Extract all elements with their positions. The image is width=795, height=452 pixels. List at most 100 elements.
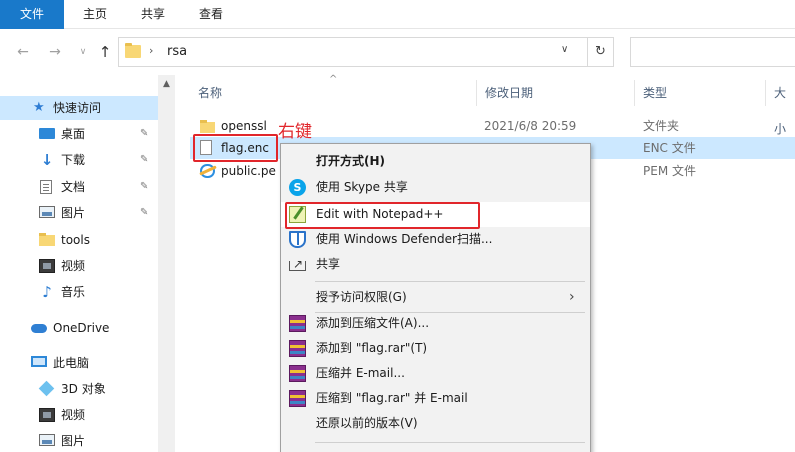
desktop-icon bbox=[39, 128, 55, 139]
star-icon: ★ bbox=[33, 100, 45, 115]
nav-item-label: 此电脑 bbox=[53, 356, 90, 370]
nav-item-pc-pictures[interactable]: 图片 bbox=[0, 429, 158, 452]
column-header-type[interactable]: 类型 bbox=[643, 75, 667, 111]
menu-item-label: 共享 bbox=[316, 257, 341, 271]
menu-item-label: 打开方式(H) bbox=[316, 154, 386, 168]
menu-item-label: 添加到压缩文件(A)... bbox=[316, 316, 430, 330]
picture-icon bbox=[39, 206, 55, 218]
menu-item-restore-previous-versions[interactable]: 还原以前的版本(V) bbox=[281, 411, 590, 436]
nav-item-label: 图片 bbox=[61, 434, 86, 448]
menu-item-defender-scan[interactable]: 使用 Windows Defender扫描... bbox=[281, 227, 590, 252]
tab-share[interactable]: 共享 bbox=[138, 0, 168, 29]
file-type: PEM 文件 bbox=[643, 164, 696, 178]
menu-item-add-to-archive[interactable]: 添加到压缩文件(A)... bbox=[281, 311, 590, 336]
menu-item-skype-share[interactable]: S 使用 Skype 共享 bbox=[281, 175, 590, 200]
nav-item-this-pc[interactable]: 此电脑 bbox=[0, 351, 158, 375]
menu-item-compress-email[interactable]: 压缩并 E-mail... bbox=[281, 361, 590, 386]
pin-icon[interactable]: ✎ bbox=[140, 201, 148, 225]
nav-pane-scrollbar[interactable]: ▲ bbox=[158, 75, 175, 452]
nav-item-pc-videos[interactable]: 视频 bbox=[0, 403, 158, 427]
column-divider[interactable] bbox=[634, 80, 635, 106]
column-header-name[interactable]: 名称 bbox=[198, 75, 222, 111]
column-divider[interactable] bbox=[476, 80, 477, 106]
cloud-icon bbox=[31, 324, 47, 333]
navigation-pane: ★ 快速访问 桌面 ✎ ↓ 下载 ✎ 文档 ✎ 图片 ✎ tools 视频 ♪ … bbox=[0, 75, 158, 452]
menu-item-compress-flag-rar-email[interactable]: 压缩到 "flag.rar" 并 E-mail bbox=[281, 386, 590, 411]
menu-item-give-access[interactable]: 授予访问权限(G) › bbox=[281, 285, 590, 310]
annotation-box-notepad bbox=[285, 202, 480, 229]
ribbon-tab-bar: 文件 主页 共享 查看 bbox=[0, 0, 795, 29]
download-icon: ↓ bbox=[40, 151, 54, 169]
column-header-date[interactable]: 修改日期 bbox=[485, 75, 533, 111]
3d-objects-icon bbox=[38, 380, 55, 397]
address-row: ← → ∨ ↑ › rsa ∨ ↻ bbox=[0, 29, 795, 75]
menu-item-label: 压缩到 "flag.rar" 并 E-mail bbox=[316, 391, 468, 405]
video-icon bbox=[39, 259, 55, 273]
picture-icon bbox=[39, 434, 55, 446]
folder-icon bbox=[125, 43, 141, 58]
search-input[interactable] bbox=[630, 37, 795, 67]
tab-view[interactable]: 查看 bbox=[196, 0, 226, 29]
scroll-up-icon[interactable]: ▲ bbox=[158, 79, 175, 89]
arrow-right-icon[interactable]: → bbox=[46, 43, 64, 61]
pin-icon[interactable]: ✎ bbox=[140, 122, 148, 146]
menu-item-open-with[interactable]: 打开方式(H) bbox=[281, 149, 590, 174]
menu-separator bbox=[315, 281, 585, 282]
nav-item-label: 快速访问 bbox=[53, 101, 102, 115]
tab-home[interactable]: 主页 bbox=[80, 0, 110, 29]
tab-file[interactable]: 文件 bbox=[0, 0, 64, 29]
sort-ascending-icon: ^ bbox=[329, 74, 338, 85]
nav-item-label: 视频 bbox=[61, 408, 86, 422]
nav-item-desktop[interactable]: 桌面 ✎ bbox=[0, 122, 158, 146]
computer-icon bbox=[31, 356, 47, 367]
annotation-box-file bbox=[193, 134, 278, 162]
folder-icon bbox=[200, 120, 215, 133]
column-divider[interactable] bbox=[765, 80, 766, 106]
annotation-label: 右键 bbox=[278, 122, 312, 142]
breadcrumb-separator[interactable]: › bbox=[149, 44, 153, 57]
winrar-icon bbox=[289, 340, 306, 357]
pin-icon[interactable]: ✎ bbox=[140, 175, 148, 199]
menu-item-label: 压缩并 E-mail... bbox=[316, 366, 405, 380]
address-bar[interactable]: › rsa ∨ bbox=[118, 37, 588, 67]
skype-icon: S bbox=[289, 179, 306, 196]
menu-item-add-to-flag-rar[interactable]: 添加到 "flag.rar"(T) bbox=[281, 336, 590, 361]
music-icon: ♪ bbox=[42, 283, 52, 301]
submenu-arrow-icon: › bbox=[569, 289, 575, 305]
nav-item-quick-access[interactable]: ★ 快速访问 bbox=[0, 96, 158, 120]
internet-explorer-icon bbox=[200, 164, 215, 178]
document-icon bbox=[40, 180, 52, 194]
refresh-button[interactable]: ↻ bbox=[588, 37, 614, 67]
nav-item-label: tools bbox=[61, 233, 90, 247]
chevron-down-icon[interactable]: ∨ bbox=[74, 43, 92, 61]
nav-item-downloads[interactable]: ↓ 下载 ✎ bbox=[0, 148, 158, 172]
file-type: 文件夹 bbox=[643, 119, 680, 133]
winrar-icon bbox=[289, 365, 306, 382]
nav-item-label: 视频 bbox=[61, 259, 86, 273]
winrar-icon bbox=[289, 315, 306, 332]
nav-item-label: OneDrive bbox=[53, 321, 110, 335]
arrow-up-icon[interactable]: ↑ bbox=[96, 43, 114, 61]
video-icon bbox=[39, 408, 55, 422]
nav-item-label: 图片 bbox=[61, 206, 86, 220]
column-header-size[interactable]: 大小 bbox=[774, 75, 795, 136]
context-menu: 打开方式(H) S 使用 Skype 共享 Edit with Notepad+… bbox=[280, 143, 591, 452]
nav-item-documents[interactable]: 文档 ✎ bbox=[0, 175, 158, 199]
nav-item-3d-objects[interactable]: 3D 对象 bbox=[0, 377, 158, 401]
menu-item-share[interactable]: 共享 bbox=[281, 252, 590, 277]
breadcrumb-current-folder[interactable]: rsa bbox=[167, 44, 187, 59]
menu-item-label: 使用 Skype 共享 bbox=[316, 180, 408, 194]
nav-item-pictures[interactable]: 图片 ✎ bbox=[0, 201, 158, 225]
address-dropdown-icon[interactable]: ∨ bbox=[561, 44, 568, 55]
nav-item-onedrive[interactable]: OneDrive bbox=[0, 316, 158, 340]
nav-item-videos[interactable]: 视频 bbox=[0, 254, 158, 278]
arrow-left-icon[interactable]: ← bbox=[14, 43, 32, 61]
pin-icon[interactable]: ✎ bbox=[140, 148, 148, 172]
nav-item-music[interactable]: ♪ 音乐 bbox=[0, 280, 158, 304]
share-icon bbox=[289, 252, 306, 277]
menu-separator bbox=[315, 442, 585, 443]
nav-item-tools[interactable]: tools bbox=[0, 228, 158, 252]
menu-item-label: 使用 Windows Defender扫描... bbox=[316, 232, 493, 246]
file-name: public.pe bbox=[221, 164, 276, 178]
winrar-icon bbox=[289, 390, 306, 407]
